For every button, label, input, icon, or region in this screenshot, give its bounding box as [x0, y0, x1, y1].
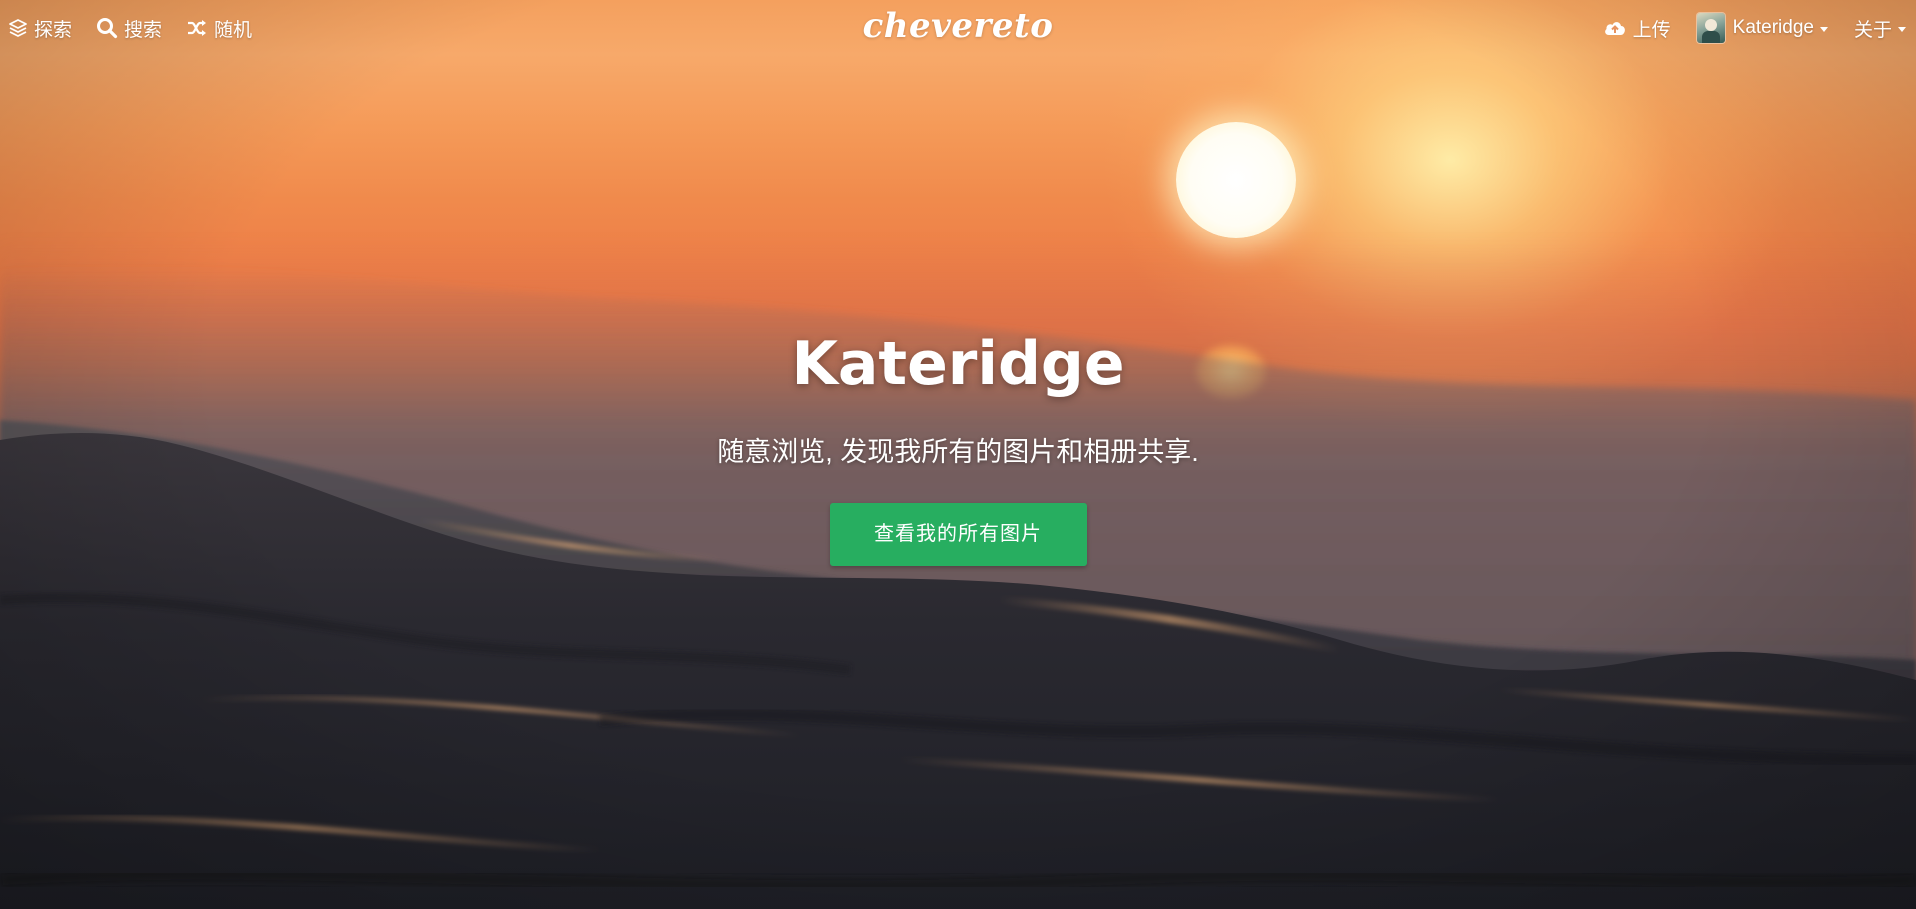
- avatar: [1696, 13, 1725, 43]
- nav-explore-label: 探索: [34, 19, 73, 41]
- nav-search-label: 搜索: [124, 19, 163, 41]
- nav-random-label: 随机: [214, 19, 253, 41]
- shuffle-icon: [188, 20, 207, 36]
- chevron-down-icon: [1898, 26, 1906, 32]
- nav-explore[interactable]: 探索: [8, 15, 72, 42]
- top-bar: 探索 搜索 随机 chevereto 上传 Kateridge 关于: [0, 0, 1916, 56]
- right-nav: 上传 Kateridge 关于: [1577, 0, 1906, 56]
- nav-random[interactable]: 随机: [186, 15, 252, 42]
- hero-subtitle: 随意浏览, 发现我所有的图片和相册共享.: [717, 437, 1199, 467]
- about-label: 关于: [1853, 19, 1892, 41]
- chevron-down-icon: [1819, 26, 1828, 32]
- view-all-images-button[interactable]: 查看我的所有图片: [829, 503, 1087, 566]
- user-name: Kateridge: [1732, 17, 1814, 38]
- upload-button[interactable]: 上传: [1603, 15, 1671, 42]
- hero: Kateridge 随意浏览, 发现我所有的图片和相册共享. 查看我的所有图片: [0, 320, 1916, 566]
- nav-search[interactable]: 搜索: [96, 15, 162, 42]
- search-icon: [97, 18, 118, 39]
- page-title: Kateridge: [791, 329, 1125, 399]
- about-menu[interactable]: 关于: [1854, 15, 1906, 42]
- cloud-upload-icon: [1604, 22, 1625, 35]
- left-nav: 探索 搜索 随机: [8, 0, 276, 56]
- upload-label: 上传: [1632, 19, 1671, 41]
- page: 探索 搜索 随机 chevereto 上传 Kateridge 关于 Kater…: [0, 0, 1916, 909]
- user-menu[interactable]: Kateridge: [1696, 13, 1828, 43]
- site-logo[interactable]: chevereto: [863, 6, 1054, 46]
- layers-icon: [9, 19, 27, 37]
